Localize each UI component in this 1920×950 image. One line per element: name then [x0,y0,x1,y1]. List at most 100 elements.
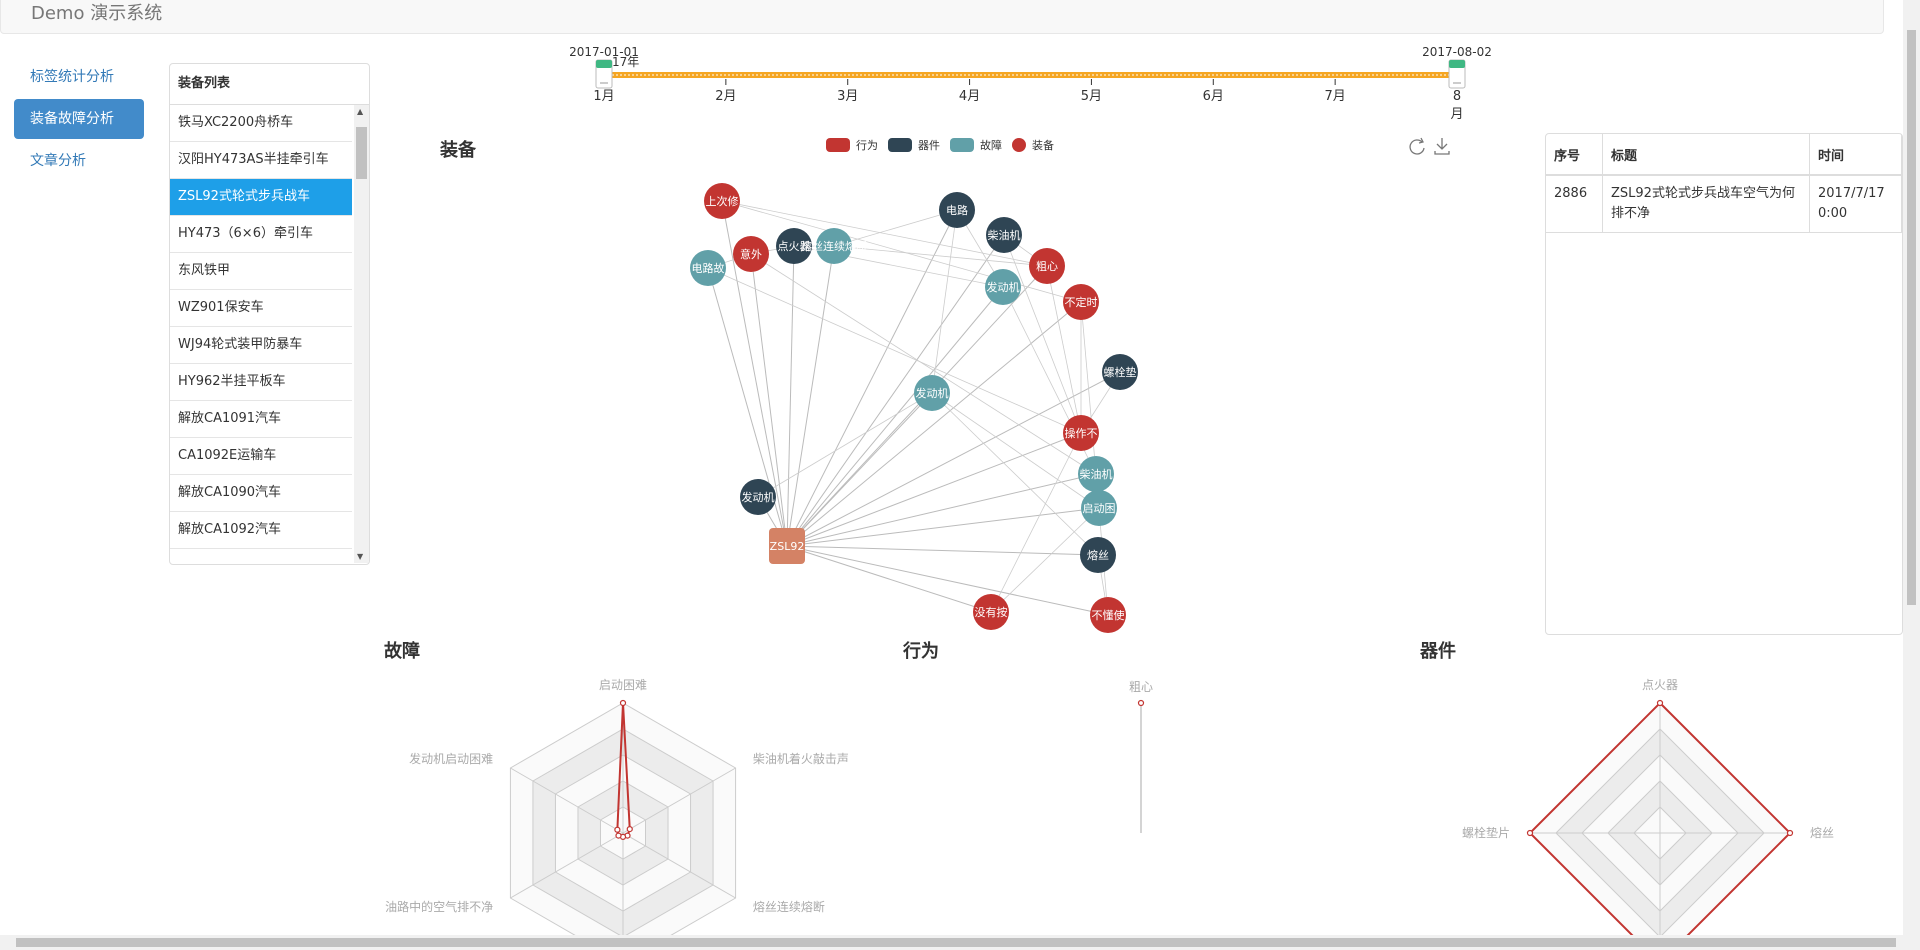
graph-edge [786,245,795,547]
equipment-list-item[interactable]: HY473（6×6）牵引车 [170,216,352,253]
graph-node[interactable]: 螺栓垫 [1102,354,1138,390]
sidebar-item-article-analysis[interactable]: 文章分析 [14,141,144,181]
graph-edge [786,265,1048,547]
radar-value-point[interactable] [1786,829,1794,837]
column-header-id[interactable]: 序号 [1546,134,1603,176]
graph-center-node[interactable]: ZSL92 [769,528,805,564]
equipment-list-item[interactable]: 汉阳HY473AS半挂牵引车 [170,142,352,179]
graph-node-label: 不懂使 [1092,609,1125,622]
radar-indicator-label: 发动机启动困难 [409,751,493,766]
graph-node[interactable]: 粗心 [1029,248,1065,284]
legend-item[interactable]: 行为 [826,137,878,153]
graph-edge [786,286,1004,547]
column-header-title[interactable]: 标题 [1602,134,1810,176]
timeline-slider[interactable]: 2017-01-01 2017-08-0217年1月 2月 3月 4月 5月 6月 7月 8 月 [560,42,1500,124]
records-table: 序号 标题 时间 2886 ZSL92式轮式步兵战车空气为何排不净 2017/7/1… [1546,134,1902,233]
legend-swatch [1012,138,1026,152]
timeline-month-label: 3月 [837,89,858,104]
column-header-time[interactable]: 时间 [1809,134,1902,176]
legend-item[interactable]: 器件 [888,137,940,153]
timeline-year-label: 17年 [612,55,639,69]
graph-title: 装备 [440,140,476,161]
equipment-list-item[interactable]: 解放CA1091汽车 [170,401,352,438]
graph-edge [750,253,1097,475]
equipment-list-item[interactable]: WJ94轮式装甲防暴车 [170,327,352,364]
relation-graph[interactable]: 上次修电路故意外点火器熔丝连续熔断电路柴油机粗心发动机不定时螺栓垫发动机操作不柴… [660,170,1180,640]
scrollbar-thumb[interactable] [356,127,367,179]
equipment-list-scrollbar[interactable]: ▲ ▼ [354,105,369,563]
graph-node[interactable]: 上次修 [704,183,740,219]
graph-node[interactable]: 柴油机 [1078,456,1114,492]
radar-value-point[interactable] [1526,829,1534,837]
page-vertical-scrollbar[interactable] [1903,0,1920,935]
graph-node-label: 不定时 [1065,295,1098,309]
graph-edge [786,245,835,547]
legend-label: 器件 [918,139,940,152]
graph-edge [931,209,958,394]
graph-center-label: ZSL92 [770,540,805,553]
equipment-list-item[interactable]: WZ901保安车 [170,290,352,327]
radar-value-point[interactable] [619,699,627,707]
legend-label: 故障 [980,139,1002,152]
equipment-list-item[interactable]: CA1092E运输车 [170,438,352,475]
legend-item[interactable]: 故障 [950,137,1002,153]
equipment-list-item[interactable]: 解放CA1092汽车 [170,512,352,549]
graph-node[interactable]: 柴油机 [986,217,1022,253]
timeline-month-label: 8月 [1450,89,1463,122]
graph-node[interactable]: 不懂使 [1090,597,1126,633]
page-horizontal-scrollbar-thumb[interactable] [16,938,1896,947]
radar-value-point[interactable] [615,832,622,839]
radar-indicator-label: 点火器 [1642,678,1678,692]
table-row[interactable]: 2886 ZSL92式轮式步兵战车空气为何排不净 2017/7/17 0:00 [1546,175,1902,233]
scroll-up-icon[interactable]: ▲ [357,107,363,116]
radar-value-point[interactable] [614,826,621,833]
timeline-start-handle[interactable] [595,59,613,89]
page-vertical-scrollbar-thumb[interactable] [1907,30,1916,605]
graph-node[interactable]: 发动机 [740,479,776,515]
radar-value-point[interactable] [626,826,633,833]
equipment-list-panel: 装备列表 铁马XC2200舟桥车 汉阳HY473AS半挂牵引车 ZSL92式轮式步兵… [169,63,370,565]
refresh-icon[interactable] [1409,137,1425,155]
graph-toolbox [1406,135,1456,161]
scroll-down-icon[interactable]: ▼ [357,552,363,561]
graph-node-label: 启动困 [1083,502,1116,515]
radar-indicator-label: 粗心 [1129,680,1153,694]
radar-indicator-label: 油路中的空气排不净 [385,899,493,914]
equipment-list-item[interactable]: 东风铁甲 [170,253,352,290]
timeline-month-label: 2月 [715,89,736,104]
graph-node[interactable]: 不定时 [1063,284,1099,320]
legend-item[interactable]: 装备 [1012,137,1054,153]
graph-node[interactable]: 意外 [733,236,769,272]
graph-edge [786,545,1109,616]
page-horizontal-scrollbar[interactable] [0,935,1920,950]
graph-node[interactable]: 没有按 [973,594,1009,630]
graph-node[interactable]: 电路故 [690,250,726,286]
graph-node[interactable]: 发动机 [914,375,950,411]
equipment-list-item[interactable]: 铁马XC2200舟桥车 [170,105,352,142]
graph-node[interactable]: 发动机 [985,269,1021,305]
graph-edge [786,545,992,613]
graph-node-label: 操作不 [1065,426,1098,440]
timeline-end-handle[interactable] [1448,59,1466,89]
radar-value-point[interactable] [1137,699,1145,707]
graph-nodes: 上次修电路故意外点火器熔丝连续熔断电路柴油机粗心发动机不定时螺栓垫发动机操作不柴… [690,183,1138,633]
radar-value-point[interactable] [1656,699,1664,707]
top-navbar: Demo 演示系统 [0,0,1884,34]
app-title[interactable]: Demo 演示系统 [31,0,162,25]
sidebar-item-tag-stats[interactable]: 标签统计分析 [14,57,144,97]
sidebar: 标签统计分析 装备故障分析 文章分析 [14,57,144,183]
equipment-list-item[interactable]: ZSL92式轮式步兵战车 [170,179,352,216]
download-icon[interactable] [1434,138,1450,155]
equipment-list-item[interactable]: HY962半挂平板车 [170,364,352,401]
graph-edge [786,371,1121,547]
graph-node[interactable]: 启动困 [1081,490,1117,526]
graph-node[interactable]: 电路 [939,192,975,228]
sidebar-item-fault-analysis[interactable]: 装备故障分析 [14,99,144,139]
timeline-month-label: 4月 [959,89,980,104]
graph-node[interactable]: 操作不 [1063,415,1099,451]
graph-node[interactable]: 熔丝 [1080,537,1116,573]
equipment-list-item[interactable]: 解放CA1090汽车 [170,475,352,512]
graph-node-label: 上次修 [706,194,739,208]
graph-edge [757,392,933,498]
graph-node-label: 意外 [740,247,762,261]
